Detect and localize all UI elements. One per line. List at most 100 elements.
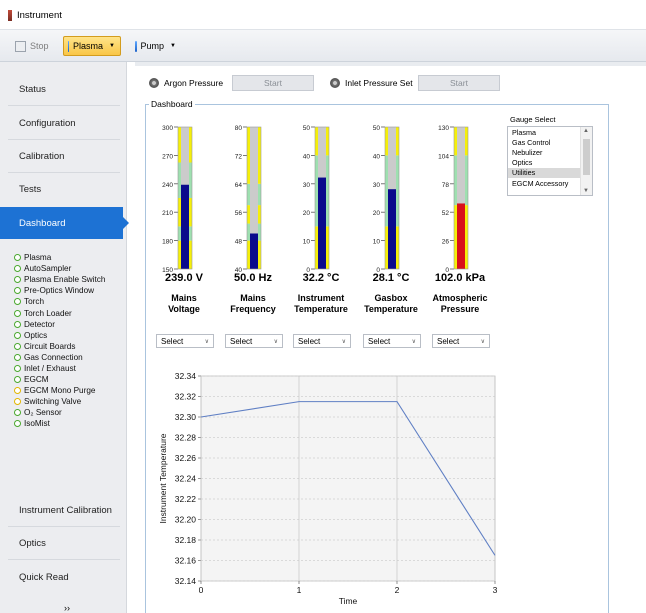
- sidebar-subitem[interactable]: Plasma Enable Switch: [14, 274, 126, 285]
- gauge-tick-label: 40: [303, 153, 311, 160]
- scroll-thumb[interactable]: [583, 139, 590, 175]
- status-dot-icon: [14, 276, 21, 284]
- gauge-select-dropdown[interactable]: Select ∨: [363, 334, 421, 348]
- sidebar-subitem[interactable]: EGCM Mono Purge: [14, 385, 126, 396]
- gauge-tick-label: 72: [235, 153, 243, 160]
- instrument-window: Instrument Stop Plasma ▼ Pump ▼ Status C…: [0, 0, 646, 613]
- gauge-select-option[interactable]: EGCM Accessory: [508, 178, 580, 188]
- sidebar-subitem-label: EGCM: [24, 375, 49, 385]
- sidebar-subitem[interactable]: Pre-Optics Window: [14, 285, 126, 296]
- plasma-menu-button[interactable]: Plasma ▼: [63, 36, 121, 56]
- status-dot-icon: [14, 265, 21, 273]
- gauge-select-dropdown[interactable]: Select ∨: [156, 334, 214, 348]
- gauge-label-line: Instrument: [297, 293, 345, 303]
- gauge-select-option[interactable]: Optics: [508, 158, 580, 168]
- sidebar-subitem[interactable]: Optics: [14, 330, 126, 341]
- sidebar-subitem[interactable]: Torch: [14, 296, 126, 307]
- sidebar-subitem[interactable]: AutoSampler: [14, 263, 126, 274]
- sidebar-subitem[interactable]: EGCM: [14, 374, 126, 385]
- sidebar-subitem[interactable]: Detector: [14, 319, 126, 330]
- y-tick-label: 32.34: [175, 371, 197, 381]
- sidebar-item-configuration[interactable]: Configuration: [0, 107, 127, 139]
- sidebar-item-optics[interactable]: Optics: [0, 527, 127, 559]
- status-dot-icon: [14, 353, 21, 361]
- sidebar-item-instrument-calibration[interactable]: Instrument Calibration: [0, 494, 127, 526]
- select-value: Select: [437, 336, 460, 346]
- gauge-tick-label: 80: [235, 125, 243, 132]
- expand-more-icon[interactable]: ››: [64, 603, 70, 613]
- gauge-select-dropdown[interactable]: Select ∨: [293, 334, 351, 348]
- content-top-strip: [135, 62, 646, 66]
- chevron-down-icon: ∨: [480, 338, 485, 345]
- gauge-tick-label: 180: [162, 239, 173, 246]
- argon-pressure-control: Argon Pressure: [149, 75, 223, 91]
- gauge-value: 32.2 °C: [302, 272, 340, 284]
- chevron-down-icon[interactable]: ▼: [583, 188, 589, 194]
- stop-button[interactable]: Stop: [10, 36, 58, 56]
- sidebar-subitem[interactable]: O₂ Sensor: [14, 407, 126, 418]
- x-tick-label: 2: [395, 585, 400, 595]
- sidebar-item-dashboard[interactable]: Dashboard: [0, 207, 129, 239]
- gauge-label-line: Voltage: [168, 304, 200, 314]
- sidebar-subitem-label: Gas Connection: [24, 352, 83, 362]
- sidebar-subitem[interactable]: IsoMist: [14, 418, 126, 429]
- sidebar-subitem[interactable]: Circuit Boards: [14, 341, 126, 352]
- sidebar-subitem[interactable]: Switching Valve: [14, 396, 126, 407]
- gauge-label: Gasbox Temperature: [356, 293, 426, 315]
- gauge-tick-label: 50: [303, 125, 311, 132]
- sidebar-item-label: Quick Read: [19, 571, 69, 583]
- gauge-tick-label: 270: [162, 153, 173, 160]
- sidebar-item-label: Configuration: [19, 117, 76, 129]
- argon-start-button[interactable]: Start: [232, 75, 314, 91]
- gauge-select-title: Gauge Select: [510, 115, 556, 124]
- sidebar-subitem-label: Detector: [24, 319, 55, 329]
- gauge-value-bar: [250, 233, 258, 269]
- gauge-select-option[interactable]: Gas Control: [508, 137, 580, 147]
- pump-menu-button[interactable]: Pump ▼: [130, 36, 182, 56]
- stop-icon: [15, 40, 26, 52]
- gauge-value: 28.1 °C: [372, 272, 410, 284]
- gauge-meter: 150180210240270300: [162, 125, 193, 274]
- sidebar-subitem-label: AutoSampler: [24, 264, 72, 274]
- sidebar-item-calibration[interactable]: Calibration: [0, 140, 127, 172]
- gauge-tick-label: 130: [438, 125, 449, 132]
- gauge-select-option[interactable]: Utilities: [508, 167, 580, 178]
- sidebar-subitem-label: Inlet / Exhaust: [24, 363, 76, 373]
- sidebar-item-label: Status: [19, 83, 46, 95]
- status-dot-icon: [14, 398, 21, 406]
- gauge-select-list[interactable]: Plasma Gas Control Nebulizer Optics Utilitie…: [507, 126, 593, 196]
- gauge-select-option[interactable]: Plasma: [508, 127, 580, 137]
- gauge-tick-label: 40: [373, 153, 381, 160]
- gauge-select-dropdown[interactable]: Select ∨: [225, 334, 283, 348]
- status-dot-icon: [14, 409, 21, 417]
- gauge-tick-label: 78: [442, 182, 450, 189]
- y-tick-label: 32.18: [175, 535, 197, 545]
- sidebar-item-status[interactable]: Status: [0, 73, 127, 105]
- sidebar-item-quick-read[interactable]: Quick Read: [0, 561, 127, 593]
- chevron-down-icon: ▼: [109, 43, 115, 49]
- sidebar-subitem[interactable]: Torch Loader: [14, 307, 126, 318]
- chevron-up-icon[interactable]: ▲: [583, 128, 589, 134]
- gauge-select-option[interactable]: Nebulizer: [508, 147, 580, 157]
- pump-label: Pump: [140, 41, 165, 51]
- sidebar-subitem[interactable]: Gas Connection: [14, 352, 126, 363]
- sidebar-subitem[interactable]: Inlet / Exhaust: [14, 363, 126, 374]
- status-dot-icon: [14, 320, 21, 328]
- gauge-select-scrollbar[interactable]: ▲ ▼: [580, 127, 592, 195]
- gauge-value: 102.0 kPa: [434, 272, 486, 284]
- sidebar-subitem-label: EGCM Mono Purge: [24, 386, 96, 396]
- gauge-label: Mains Frequency: [218, 293, 288, 315]
- sidebar-subitem[interactable]: Plasma: [14, 252, 126, 263]
- gauge-tick-label: 300: [162, 125, 173, 132]
- sidebar-item-label: Dashboard: [19, 217, 66, 229]
- sidebar-item-tests[interactable]: Tests: [0, 173, 127, 205]
- gauge-tick-label: 50: [373, 125, 381, 132]
- sidebar: Status Configuration Calibration Tests D…: [0, 62, 129, 613]
- gauge-select-dropdown[interactable]: Select ∨: [432, 334, 490, 348]
- sidebar-subitem-label: Torch Loader: [24, 308, 72, 318]
- gauge-tick-label: 52: [442, 210, 450, 217]
- y-tick-label: 32.24: [175, 474, 197, 484]
- inlet-start-button[interactable]: Start: [418, 75, 500, 91]
- divider: [8, 559, 120, 560]
- window-title: Instrument: [17, 10, 62, 21]
